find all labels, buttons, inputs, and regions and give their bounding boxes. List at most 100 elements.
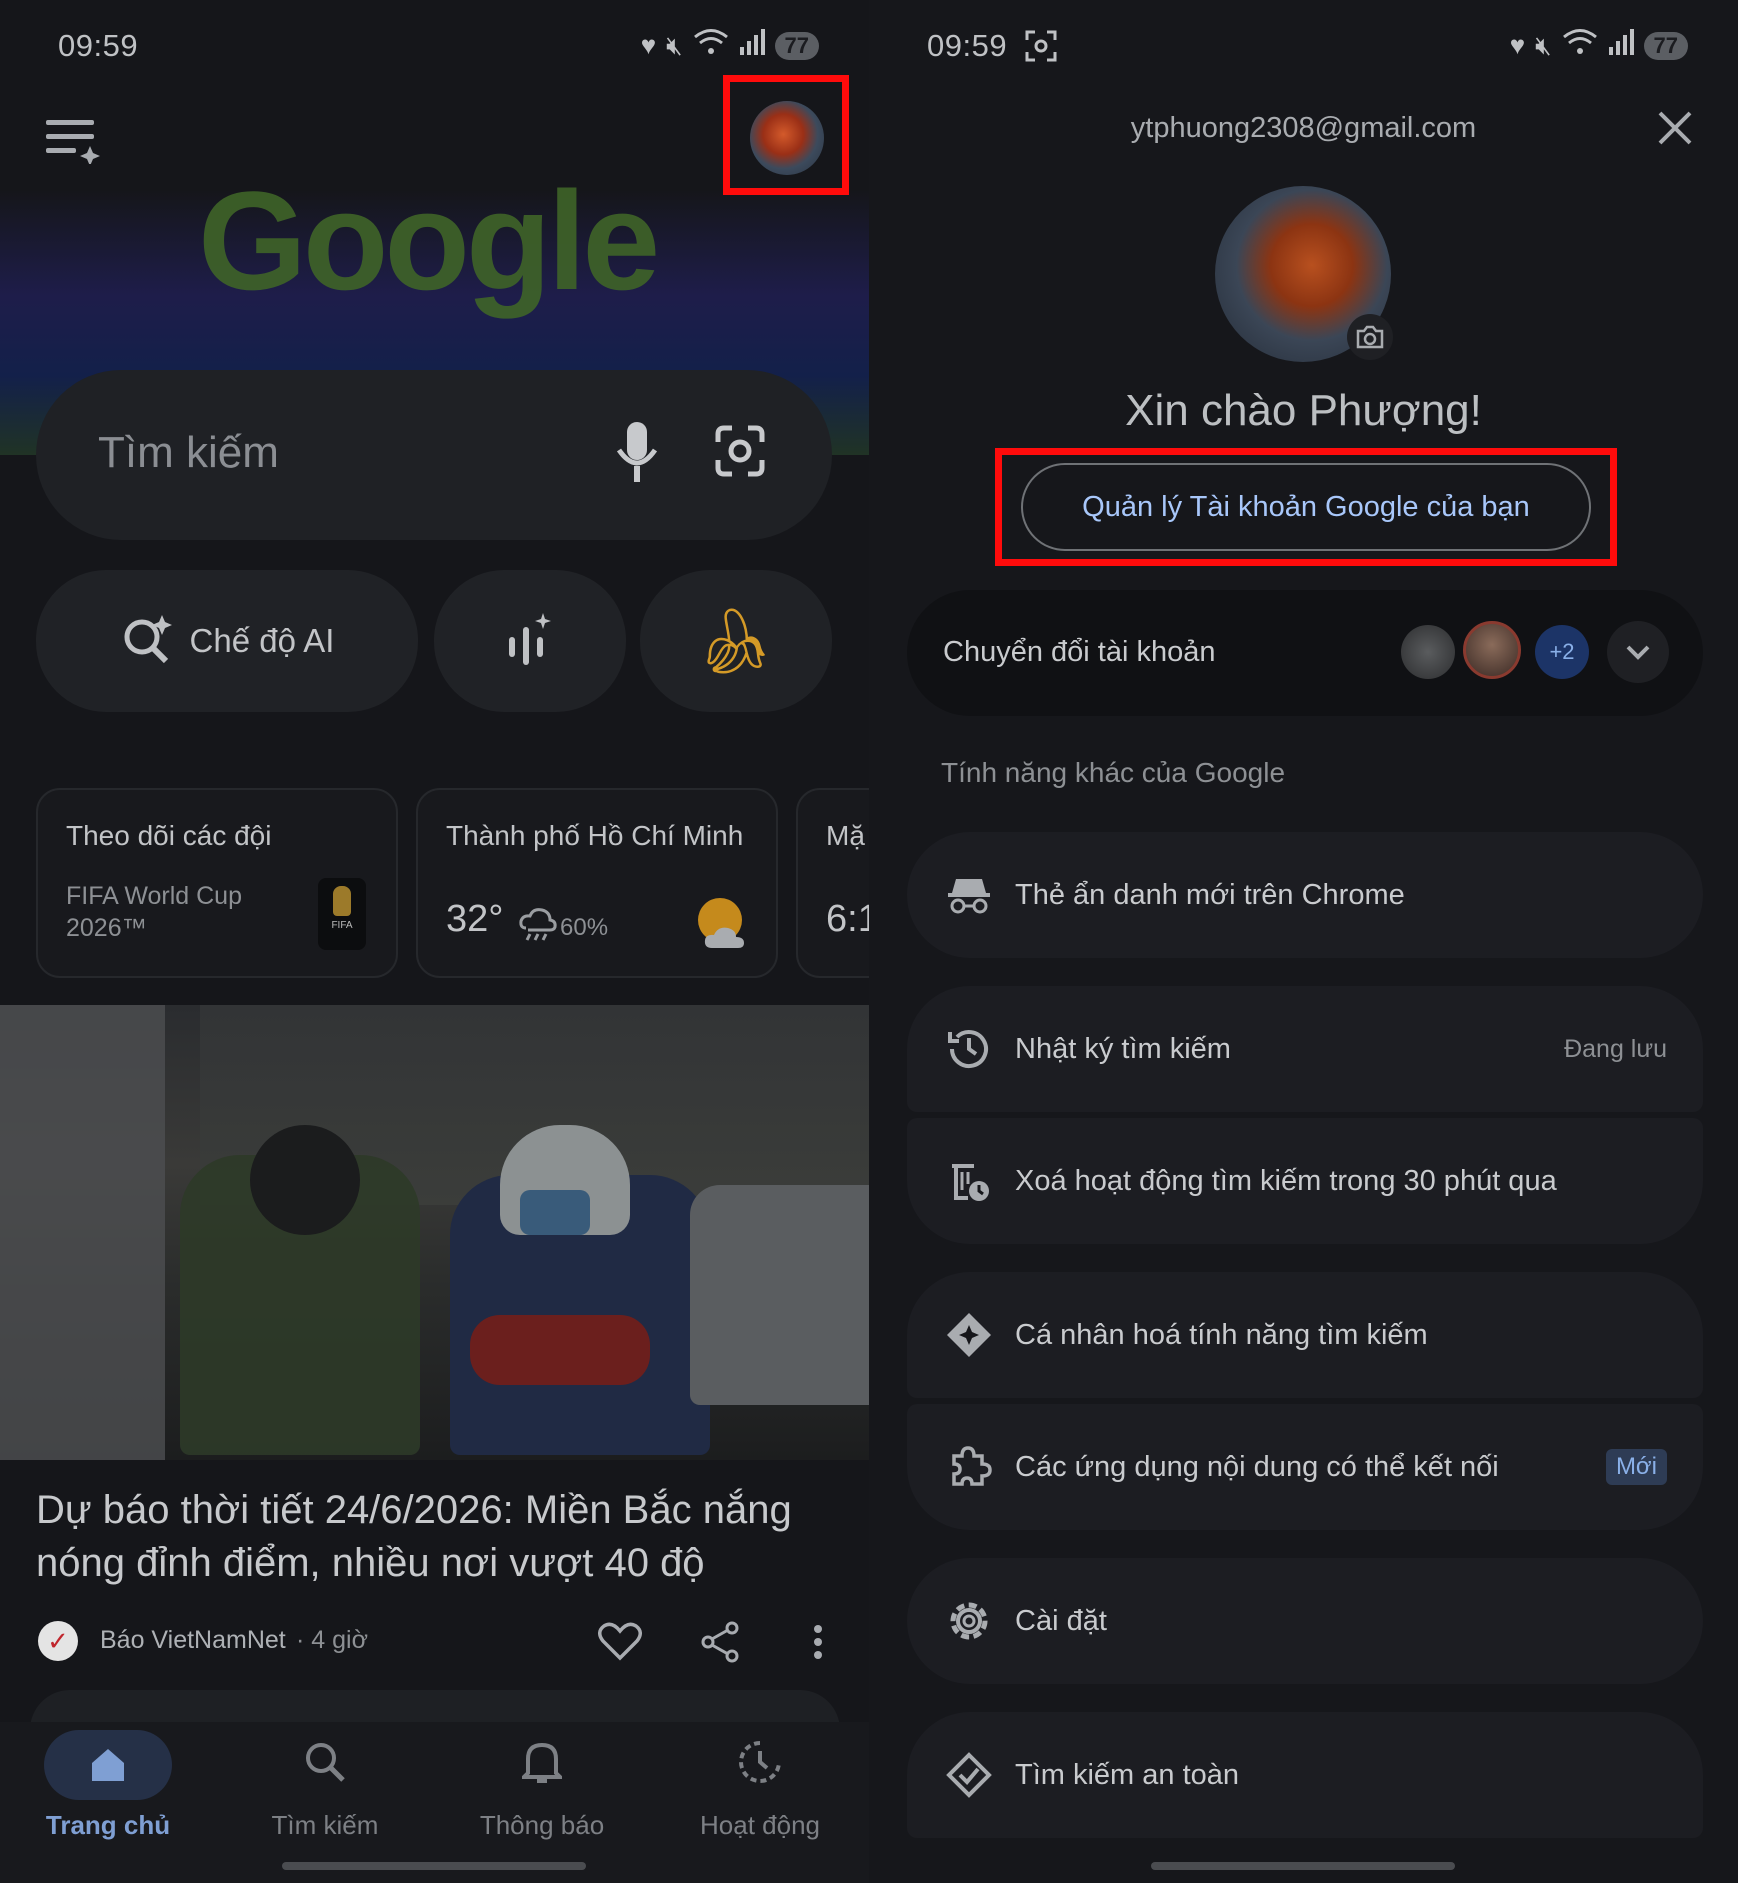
rain-cloud-icon [518, 904, 558, 949]
settings-label: Cài đặt [1015, 1604, 1107, 1637]
puzzle-icon [943, 1441, 995, 1493]
heart-outline-icon[interactable] [598, 1622, 642, 1667]
connected-apps-row[interactable]: Các ứng dụng nội dung có thể kết nối Mới [907, 1404, 1703, 1530]
ai-search-icon [120, 611, 176, 672]
ai-mode-label: Chế độ AI [189, 622, 335, 659]
chevron-down-icon[interactable] [1607, 621, 1669, 683]
nav-search[interactable]: Tìm kiếm [235, 1730, 415, 1841]
activity-icon [737, 1739, 783, 1792]
wifi-icon [1562, 28, 1598, 63]
home-icon [44, 1730, 172, 1800]
partial-card-title: Mặ [826, 820, 865, 851]
audio-search-chip[interactable] [434, 570, 626, 712]
status-icons: ♥ 🔇︎ 77 [1510, 28, 1688, 63]
more-options-icon[interactable] [812, 1624, 824, 1665]
news-image[interactable] [0, 1005, 869, 1460]
manage-account-button[interactable]: Quản lý Tài khoản Google của bạn [1021, 463, 1591, 551]
news-headline[interactable]: Dự báo thời tiết 24/6/2026: Miền Bắc nắn… [36, 1484, 836, 1590]
incognito-tab-label: Thẻ ẩn danh mới trên Chrome [1015, 878, 1405, 911]
search-bar[interactable]: Tìm kiếm [36, 370, 832, 540]
screenshot-icon [1025, 30, 1057, 67]
source-logo-icon: ✓ [38, 1621, 78, 1661]
search-icon [303, 1740, 347, 1791]
microphone-icon[interactable] [614, 420, 660, 491]
search-history-row[interactable]: Nhật ký tìm kiếm Đang lưu [907, 986, 1703, 1112]
account-avatar-girl[interactable] [1463, 621, 1521, 679]
fifa-badge-text: FIFA [331, 920, 353, 931]
share-icon[interactable] [700, 1620, 740, 1669]
section-title: Tính năng khác của Google [941, 757, 1286, 788]
ai-mode-chip[interactable]: Chế độ AI [36, 570, 418, 712]
nav-home-label: Trang chủ [45, 1810, 171, 1840]
sparkle-diamond-icon [943, 1309, 995, 1361]
nav-home[interactable]: Trang chủ [18, 1730, 198, 1841]
heart-icon: ♥ [1509, 30, 1526, 60]
gesture-bar [1151, 1862, 1455, 1870]
weather-city: Thành phố Hồ Chí Minh [446, 820, 744, 851]
banana-icon: 🍌︎ [695, 604, 777, 677]
safe-search-label: Tìm kiếm an toàn [1015, 1758, 1240, 1791]
personalize-row[interactable]: Cá nhân hoá tính năng tìm kiếm [907, 1272, 1703, 1398]
settings-row[interactable]: Cài đặt [907, 1558, 1703, 1684]
status-time: 09:59 [927, 28, 1008, 63]
sound-sparkle-icon [505, 611, 555, 672]
google-doodle-logo[interactable]: Google [198, 160, 660, 322]
card-title: Theo dõi các đội [66, 820, 272, 851]
right-phone-screen: 09:59 ♥ 🔇︎ 77 ytphuong2308@gmail.com Xin… [869, 0, 1738, 1883]
rain-chance: 60% [560, 914, 609, 941]
delete-recent-label: Xoá hoạt động tìm kiếm trong 30 phút qua [1015, 1164, 1557, 1197]
bell-icon [519, 1739, 565, 1792]
profile-avatar-button[interactable] [750, 101, 824, 175]
card-subtitle-line2: 2026™ [66, 914, 147, 942]
card-subtitle-line1: FIFA World Cup [66, 882, 242, 910]
partial-card-value: 6:1 [826, 898, 869, 940]
banana-chip[interactable]: 🍌︎ [640, 570, 832, 712]
switch-account-label: Chuyển đổi tài khoản [943, 636, 1216, 668]
heart-icon: ♥ [640, 30, 657, 60]
search-input[interactable]: Tìm kiếm [98, 428, 279, 478]
gesture-bar [282, 1862, 586, 1870]
more-accounts-badge[interactable]: +2 [1535, 625, 1589, 679]
google-lens-icon[interactable] [714, 424, 766, 485]
fifa-trophy-icon: FIFA [318, 878, 366, 950]
menu-icon[interactable] [46, 118, 100, 169]
delete-history-icon [943, 1155, 995, 1207]
connected-apps-label: Các ứng dụng nội dung có thể kết nối [1015, 1450, 1499, 1483]
nav-notifications[interactable]: Thông báo [452, 1730, 632, 1841]
account-email: ytphuong2308@gmail.com [1130, 112, 1477, 144]
history-status: Đang lưu [1564, 1034, 1667, 1063]
new-badge: Mới [1605, 1449, 1667, 1485]
wifi-icon [693, 28, 729, 63]
incognito-icon [943, 869, 995, 921]
mute-icon: 🔇︎ [666, 29, 683, 60]
camera-icon[interactable] [1347, 314, 1393, 360]
safe-search-row[interactable]: Tìm kiếm an toàn [907, 1712, 1703, 1838]
signal-icon [739, 29, 765, 62]
delete-recent-row[interactable]: Xoá hoạt động tìm kiếm trong 30 phút qua [907, 1118, 1703, 1244]
switch-account-row[interactable]: Chuyển đổi tài khoản +2 [907, 590, 1703, 716]
battery-indicator: 77 [774, 31, 819, 60]
close-icon[interactable] [1657, 110, 1693, 151]
sun-cloud-icon [694, 896, 754, 957]
follow-teams-card[interactable]: Theo dõi các đội FIFA World Cup 2026™ FI… [36, 788, 398, 978]
safe-search-icon [943, 1749, 995, 1801]
nav-activity-label: Hoạt động [700, 1810, 820, 1840]
status-icons: ♥ 🔇︎ 77 [641, 28, 819, 63]
weather-card[interactable]: Thành phố Hồ Chí Minh 32° 60% [416, 788, 778, 978]
nav-activity[interactable]: Hoạt động [670, 1730, 850, 1841]
gear-icon [943, 1595, 995, 1647]
left-phone-screen: 09:59 ♥ 🔇︎ 77 Google Tìm kiếm Chế độ AI … [0, 0, 869, 1883]
battery-indicator: 77 [1643, 31, 1688, 60]
nav-search-label: Tìm kiếm [271, 1810, 379, 1840]
incognito-tab-row[interactable]: Thẻ ẩn danh mới trên Chrome [907, 832, 1703, 958]
news-source[interactable]: Báo VietNamNet [100, 1626, 286, 1655]
greeting: Xin chào Phượng! [1125, 386, 1482, 435]
nav-notifications-label: Thông báo [479, 1810, 605, 1840]
search-history-label: Nhật ký tìm kiếm [1015, 1032, 1231, 1065]
partial-card[interactable]: Mặ 6:1 [796, 788, 869, 978]
personalize-label: Cá nhân hoá tính năng tìm kiếm [1015, 1318, 1428, 1351]
account-avatar-dog[interactable] [1401, 625, 1455, 679]
weather-temperature: 32° [446, 898, 504, 940]
signal-icon [1608, 29, 1634, 62]
status-time: 09:59 [58, 28, 139, 63]
